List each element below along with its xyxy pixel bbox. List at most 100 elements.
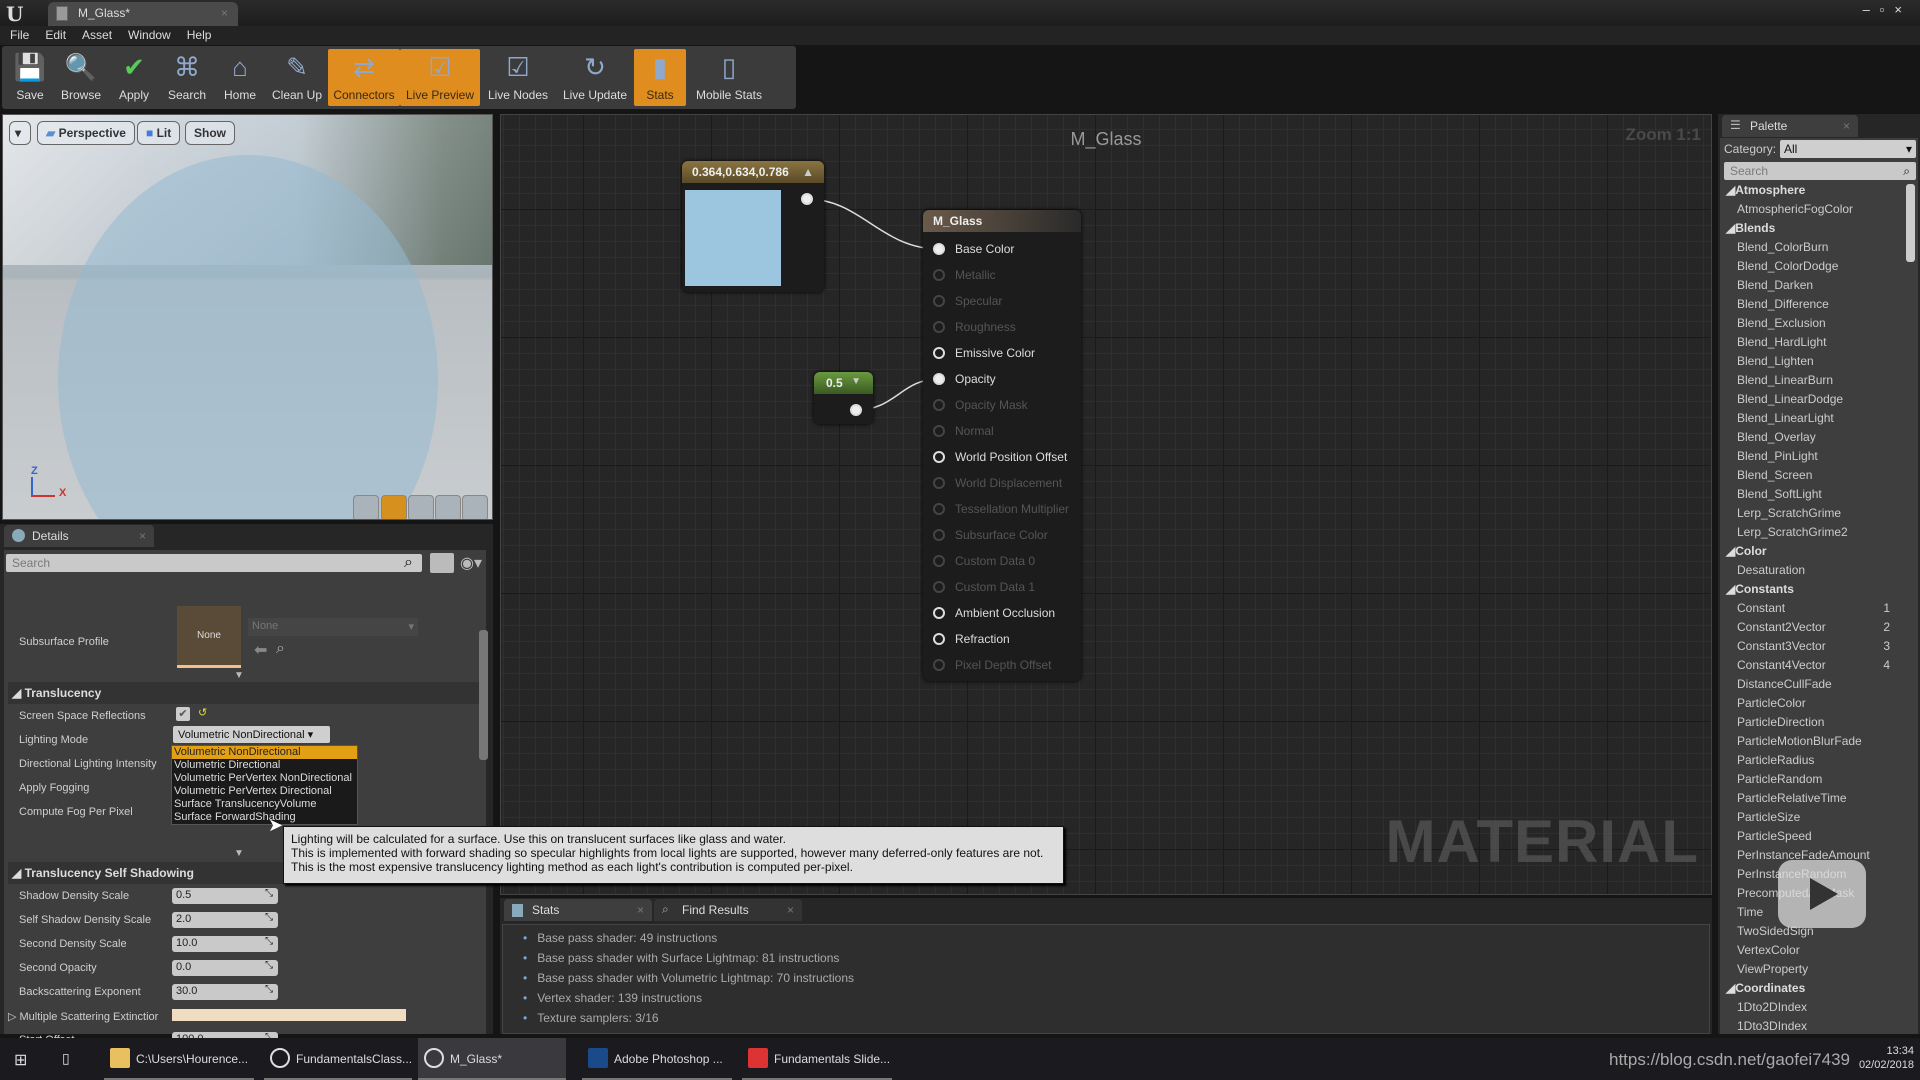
scalar-constant-node[interactable]: 0.5 ▼	[814, 372, 873, 424]
task-view-icon[interactable]: ▯	[62, 1050, 70, 1067]
palette-item[interactable]: Desaturation	[1724, 563, 1904, 582]
palette-item[interactable]: ParticleSpeed	[1724, 829, 1904, 848]
numeric-input[interactable]: 10.0 ⤡	[172, 936, 278, 952]
preview-viewport[interactable]: ▾ ▰ Perspective ■ Lit Show Z X	[2, 114, 493, 520]
palette-item[interactable]: Constant 1	[1724, 601, 1904, 620]
color-constant-node[interactable]: 0.364,0.634,0.786 ▲	[682, 161, 824, 292]
palette-item[interactable]: VertexColor	[1724, 943, 1904, 962]
input-pin-icon[interactable]	[933, 425, 945, 437]
browse-button[interactable]: 🔍 Browse	[54, 49, 108, 106]
show-button[interactable]: Show	[185, 121, 235, 145]
palette-item[interactable]: Blend_Lighten	[1724, 354, 1904, 373]
palette-category[interactable]: ◢Color	[1724, 544, 1904, 563]
palette-item[interactable]: Constant3Vector 3	[1724, 639, 1904, 658]
input-pin-icon[interactable]	[933, 581, 945, 593]
details-scrollbar[interactable]	[479, 630, 488, 760]
palette-item[interactable]: Blend_Exclusion	[1724, 316, 1904, 335]
tab-find-results[interactable]: ⌕ Find Results ×	[654, 899, 802, 921]
live-nodes-button[interactable]: ☑ Live Nodes	[480, 49, 556, 106]
numeric-input[interactable]: 30.0 ⤡	[172, 984, 278, 1000]
collapse-arrow-icon[interactable]: ▼	[851, 376, 861, 387]
dropdown-option[interactable]: Volumetric PerVertex NonDirectional	[172, 772, 357, 785]
palette-item[interactable]: Blend_PinLight	[1724, 449, 1904, 468]
input-pin-icon[interactable]	[933, 321, 945, 333]
input-pin-icon[interactable]	[933, 451, 945, 463]
palette-category[interactable]: ◢Blends	[1724, 221, 1904, 240]
palette-item[interactable]: Blend_LinearLight	[1724, 411, 1904, 430]
translucency-section[interactable]: ◢ Translucency	[8, 682, 484, 704]
palette-item[interactable]: Blend_LinearDodge	[1724, 392, 1904, 411]
taskbar-item[interactable]: Adobe Photoshop ...	[582, 1038, 732, 1080]
taskbar-item[interactable]: FundamentalsClass...	[264, 1038, 412, 1080]
close-tab-icon[interactable]: ×	[221, 6, 228, 20]
reset-default-icon[interactable]: ↺	[198, 706, 207, 719]
input-pin-icon[interactable]	[933, 295, 945, 307]
close-icon[interactable]: ×	[139, 529, 146, 543]
material-result-node[interactable]: M_Glass Base Color Metallic Specular Roughn…	[923, 210, 1081, 681]
close-icon[interactable]: ×	[637, 903, 644, 917]
search-button[interactable]: ⌘ Search	[160, 49, 214, 106]
palette-category[interactable]: ◢Coordinates	[1724, 981, 1904, 1000]
palette-item[interactable]: Blend_SoftLight	[1724, 487, 1904, 506]
numeric-input[interactable]: 0.0 ⤡	[172, 960, 278, 976]
input-pin-icon[interactable]	[933, 529, 945, 541]
palette-item[interactable]: ViewProperty	[1724, 962, 1904, 981]
menu-file[interactable]: File	[10, 26, 29, 42]
viewport-options-button[interactable]: ▾	[9, 121, 31, 145]
menu-edit[interactable]: Edit	[45, 26, 66, 42]
palette-item[interactable]: ParticleSize	[1724, 810, 1904, 829]
palette-item[interactable]: Blend_ColorDodge	[1724, 259, 1904, 278]
palette-item[interactable]: Blend_Difference	[1724, 297, 1904, 316]
clean-up-button[interactable]: ✎ Clean Up	[266, 49, 328, 106]
input-pin-icon[interactable]	[933, 607, 945, 619]
preview-plane-icon[interactable]	[408, 495, 434, 519]
tab-stats[interactable]: Stats ×	[504, 899, 652, 921]
live-update-button[interactable]: ↻ Live Update	[556, 49, 634, 106]
eye-visibility-icon[interactable]: ◉▾	[460, 553, 482, 573]
collapse-arrow-icon[interactable]: ▲	[802, 165, 814, 179]
input-pin-icon[interactable]	[933, 555, 945, 567]
palette-item[interactable]: Lerp_ScratchGrime2	[1724, 525, 1904, 544]
window-controls[interactable]: –▫×	[1863, 2, 1912, 17]
input-pin-icon[interactable]	[933, 399, 945, 411]
preview-sphere-icon[interactable]	[381, 495, 407, 519]
dropdown-option[interactable]: Volumetric PerVertex Directional	[172, 785, 357, 798]
dropdown-option[interactable]: Volumetric Directional	[172, 759, 357, 772]
palette-item[interactable]: AtmosphericFogColor	[1724, 202, 1904, 221]
palette-item[interactable]: ParticleRadius	[1724, 753, 1904, 772]
material-graph[interactable]: M_Glass Zoom 1:1 MATERIAL 0.364,0.634,0.…	[500, 114, 1712, 895]
close-icon[interactable]: ×	[1843, 119, 1850, 133]
preview-cube-icon[interactable]	[435, 495, 461, 519]
input-pin-icon[interactable]	[933, 659, 945, 671]
palette-item[interactable]: ParticleMotionBlurFade	[1724, 734, 1904, 753]
dropdown-option[interactable]: Surface TranslucencyVolume	[172, 798, 357, 811]
perspective-button[interactable]: ▰ Perspective	[37, 121, 135, 145]
palette-item[interactable]: Blend_LinearBurn	[1724, 373, 1904, 392]
palette-tab[interactable]: ☰ Palette ×	[1722, 115, 1858, 137]
system-clock[interactable]: 13:34 02/02/2018	[1859, 1044, 1914, 1072]
lit-button[interactable]: ■ Lit	[137, 121, 181, 145]
expand-arrow-icon[interactable]: ▼	[234, 848, 244, 859]
dropdown-option[interactable]: Volumetric NonDirectional	[172, 746, 357, 759]
input-pin-icon[interactable]	[933, 633, 945, 645]
save-button[interactable]: 💾 Save	[6, 49, 54, 106]
taskbar-item[interactable]: C:\Users\Hourence...	[104, 1038, 254, 1080]
palette-item[interactable]: Constant2Vector 2	[1724, 620, 1904, 639]
input-pin-icon[interactable]	[933, 373, 945, 385]
input-pin-icon[interactable]	[933, 243, 945, 255]
menu-window[interactable]: Window	[128, 26, 171, 42]
use-selected-arrow-icon[interactable]: ⬅	[254, 640, 267, 660]
subsurface-profile-combo[interactable]: None ▾	[248, 618, 418, 636]
details-tab[interactable]: Details ×	[4, 525, 154, 547]
menu-help[interactable]: Help	[187, 26, 212, 42]
input-pin-icon[interactable]	[933, 347, 945, 359]
palette-category[interactable]: ◢Constants	[1724, 582, 1904, 601]
preview-cylinder-icon[interactable]	[353, 495, 379, 519]
input-pin-icon[interactable]	[933, 269, 945, 281]
category-dropdown[interactable]: All ▾	[1780, 140, 1916, 158]
palette-category[interactable]: ◢Atmosphere	[1724, 183, 1904, 202]
lighting-mode-dropdown[interactable]: Volumetric NonDirectional ▾	[173, 726, 330, 743]
palette-item[interactable]: Constant4Vector 4	[1724, 658, 1904, 677]
close-icon[interactable]: ×	[787, 903, 794, 917]
mobile-stats-button[interactable]: ▯ Mobile Stats	[686, 49, 772, 106]
